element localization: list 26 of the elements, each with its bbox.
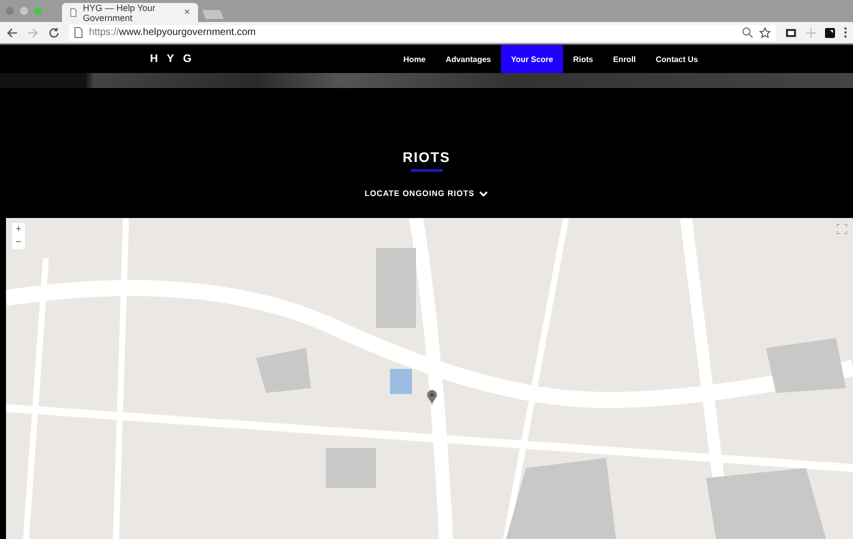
nav-link[interactable]: Enroll <box>603 45 646 73</box>
tab-title: HYG — Help Your Government <box>82 2 156 22</box>
fullscreen-icon[interactable] <box>837 224 847 234</box>
browser-tab[interactable]: HYG — Help Your Government × <box>62 3 198 22</box>
site-logo[interactable]: H Y G <box>150 53 195 65</box>
zoom-icon[interactable] <box>742 27 753 38</box>
section-title: RIOTS <box>402 149 450 165</box>
nav-link[interactable]: Advantages <box>436 45 501 73</box>
close-tab-button[interactable]: × <box>184 7 190 18</box>
star-icon[interactable] <box>759 26 771 38</box>
page-icon <box>70 7 77 18</box>
extension-icon[interactable] <box>825 28 835 38</box>
nav-link[interactable]: Home <box>393 45 436 73</box>
map-marker-icon[interactable] <box>427 390 437 406</box>
page-icon <box>74 27 83 38</box>
nav-link[interactable]: Riots <box>563 45 604 73</box>
nav-link[interactable]: Your Score <box>501 45 564 73</box>
menu-icon[interactable] <box>844 27 847 38</box>
chevron-down-icon <box>479 190 488 196</box>
address-field[interactable]: https://www.helpyourgovernment.com <box>69 24 776 40</box>
back-icon[interactable] <box>6 26 18 38</box>
reload-icon[interactable] <box>48 26 60 38</box>
nav-link[interactable]: Contact Us <box>646 45 708 73</box>
locate-riots-toggle[interactable]: LOCATE ONGOING RIOTS <box>364 189 488 198</box>
title-underline <box>410 169 442 172</box>
cast-icon[interactable] <box>785 28 797 38</box>
